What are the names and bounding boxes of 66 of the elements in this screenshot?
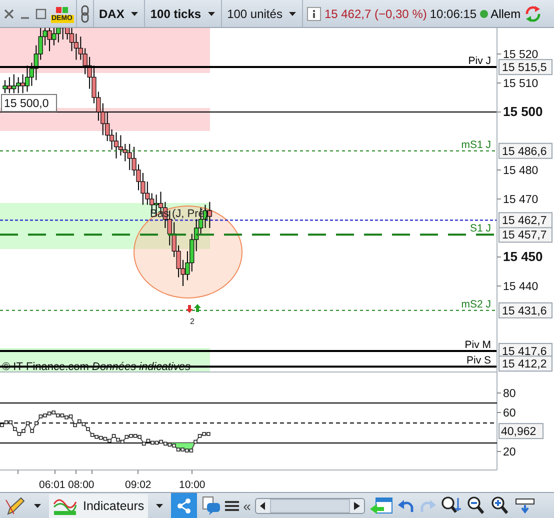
caret-icon — [155, 502, 164, 508]
left-arrow-icon[interactable] — [260, 502, 266, 510]
zoom-out-icon[interactable] — [466, 496, 487, 516]
level-label: mS1 J — [461, 138, 491, 151]
level-value-label: 15 515,5 — [498, 59, 552, 76]
axis-label: 60 — [503, 408, 516, 420]
menu-icon[interactable] — [225, 500, 240, 512]
level-value-label: 15 457,7 — [498, 226, 552, 243]
scrollbar[interactable] — [254, 498, 365, 514]
instrument-dropdown[interactable]: DAX — [94, 0, 146, 27]
price-change: 15 462,7 (−0,30 %) — [324, 6, 427, 20]
cursor-price-label: 15 500,0 — [1, 94, 57, 112]
axis-label: 15 510 — [503, 78, 538, 90]
market-name: Allem — [490, 6, 521, 20]
axis-label: 15 480 — [503, 165, 538, 177]
axis-label: 15 470 — [503, 194, 538, 206]
axis-label: 15 520 — [503, 49, 538, 61]
signal-arrows-icon — [186, 304, 201, 313]
data-point — [34, 421, 38, 426]
close-icon[interactable] — [3, 8, 15, 20]
time-label: 06:01 — [39, 479, 66, 491]
caret-icon — [33, 502, 42, 508]
level-label: mS2 J — [461, 298, 491, 310]
level-label: Piv J — [468, 55, 491, 68]
refresh-icon[interactable] — [524, 4, 542, 22]
indicators-button[interactable]: Indicateurs — [49, 494, 148, 518]
zoom-fit-icon[interactable] — [440, 496, 463, 516]
caret-icon — [130, 10, 140, 16]
caret-icon — [288, 10, 298, 16]
scroll-left-button[interactable]: « — [243, 498, 251, 514]
period-dropdown[interactable]: 100 ticks — [145, 0, 222, 27]
level-value-label: 15 431,6 — [498, 302, 552, 318]
maximize-icon[interactable] — [35, 8, 47, 20]
axis-label: 15 500 — [503, 104, 543, 119]
level-label: Piv M — [464, 338, 491, 351]
axis-label: 80 — [503, 388, 516, 400]
signal-count: 2 — [190, 317, 194, 326]
units-dropdown[interactable]: 100 unités — [222, 0, 304, 27]
clock-time: 10:06:15 — [430, 6, 477, 20]
link-icon[interactable] — [80, 4, 90, 22]
scroll-thumb[interactable] — [270, 498, 350, 512]
level-label: S1 J — [470, 222, 491, 235]
undo-icon[interactable] — [396, 498, 415, 514]
axis-label: 15 440 — [503, 281, 538, 293]
level-label: Piv S — [466, 354, 491, 367]
level-value-label: 15 486,6 — [498, 142, 552, 159]
download-icon[interactable] — [514, 498, 535, 514]
chat-icon[interactable] — [201, 496, 222, 516]
time-label: 10:00 — [179, 479, 206, 491]
level-value-label: 15 412,2 — [498, 356, 552, 372]
data-point — [30, 429, 34, 433]
current-price-label: 15 462,7 — [498, 212, 552, 228]
axis-label: 15 450 — [503, 249, 543, 264]
data-point — [26, 421, 30, 426]
calendar-icon[interactable] — [368, 496, 393, 516]
pencil-icon[interactable] — [4, 496, 26, 516]
axis-label: 20 — [503, 446, 516, 458]
time-label: 08:00 — [68, 479, 94, 491]
right-arrow-icon[interactable] — [354, 502, 360, 510]
data-point — [194, 440, 198, 444]
share-icon — [176, 498, 192, 514]
indicator-value-label: 40,962 — [498, 423, 544, 440]
info-icon[interactable] — [307, 6, 322, 20]
time-label: 09:02 — [125, 479, 152, 491]
zoom-in-icon[interactable] — [490, 496, 511, 516]
caret-icon — [207, 10, 216, 16]
